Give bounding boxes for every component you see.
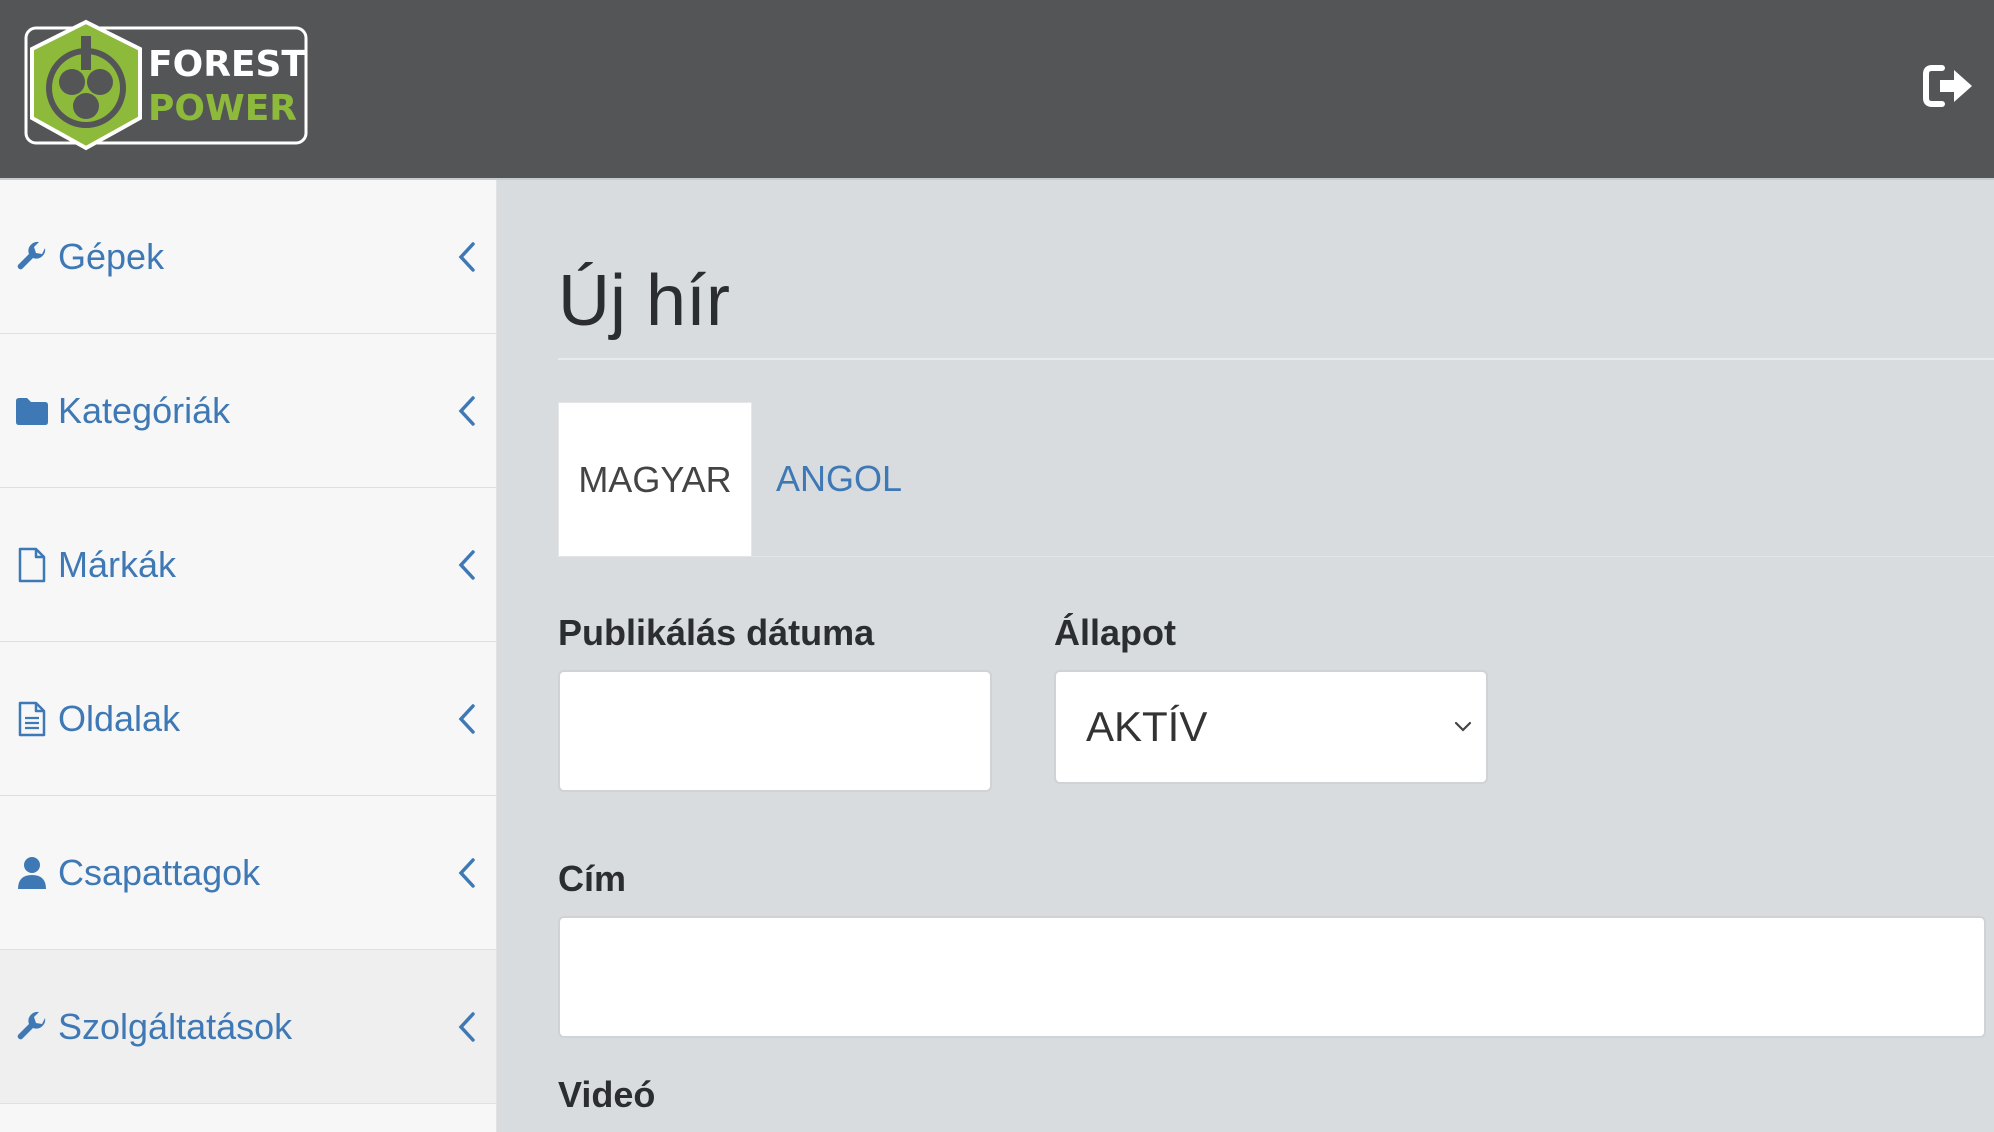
- status-select[interactable]: AKTÍV: [1054, 670, 1488, 784]
- sidebar-item-gepek[interactable]: Gépek: [0, 180, 496, 334]
- sidebar-item-label: Kategóriák: [58, 389, 231, 431]
- status-label: Állapot: [1054, 612, 1176, 653]
- sidebar: Gépek Kategóriák Márkák Oldalak Csapatta…: [0, 180, 497, 1132]
- brand-line1: FOREST: [148, 44, 306, 85]
- language-tabs: MAGYAR ANGOL: [558, 402, 1994, 557]
- status-selected-value: AKTÍV: [1086, 703, 1208, 750]
- publish-date-input[interactable]: [558, 670, 992, 792]
- title-input[interactable]: [558, 916, 1986, 1038]
- chevron-left-icon: [458, 857, 475, 888]
- chevron-left-icon: [458, 395, 475, 426]
- wrench-icon: [14, 1009, 50, 1045]
- chevron-left-icon: [458, 1011, 475, 1042]
- file-text-icon: [14, 701, 50, 737]
- sidebar-item-kategoriak[interactable]: Kategóriák: [0, 334, 496, 488]
- brand-line2: POWER: [148, 88, 297, 129]
- title-divider: [558, 358, 1994, 360]
- chevron-left-icon: [458, 549, 475, 580]
- sidebar-item-csapattagok[interactable]: Csapattagok: [0, 796, 496, 950]
- file-icon: [14, 547, 50, 583]
- page-title: Új hír: [558, 261, 731, 341]
- chevron-left-icon: [458, 703, 475, 734]
- sidebar-item-oldalak[interactable]: Oldalak: [0, 642, 496, 796]
- chevron-left-icon: [458, 241, 475, 272]
- chevron-down-icon: [1454, 721, 1472, 732]
- tab-angol[interactable]: ANGOL: [776, 402, 902, 556]
- top-bar: FOREST POWER: [0, 0, 1994, 180]
- sidebar-item-markak[interactable]: Márkák: [0, 488, 496, 642]
- forest-power-logo[interactable]: FOREST POWER: [24, 18, 308, 152]
- sidebar-item-szolgaltatasok[interactable]: Szolgáltatások: [0, 950, 496, 1104]
- publish-date-label: Publikálás dátuma: [558, 612, 875, 653]
- sidebar-item-label: Márkák: [58, 543, 177, 585]
- video-label: Videó: [558, 1074, 656, 1115]
- sidebar-item-label: Csapattagok: [58, 851, 261, 893]
- wrench-icon: [14, 239, 50, 275]
- sidebar-item-label: Gépek: [58, 235, 165, 277]
- sidebar-item-label: Oldalak: [58, 697, 181, 739]
- logout-icon[interactable]: [1922, 62, 1974, 110]
- user-icon: [14, 855, 50, 891]
- sidebar-item-label: Szolgáltatások: [58, 1005, 293, 1047]
- tab-magyar[interactable]: MAGYAR: [558, 402, 752, 556]
- folder-icon: [14, 393, 50, 429]
- title-label: Cím: [558, 858, 627, 899]
- main-content: Új hír MAGYAR ANGOL Publikálás dátuma Ál…: [496, 180, 1994, 1132]
